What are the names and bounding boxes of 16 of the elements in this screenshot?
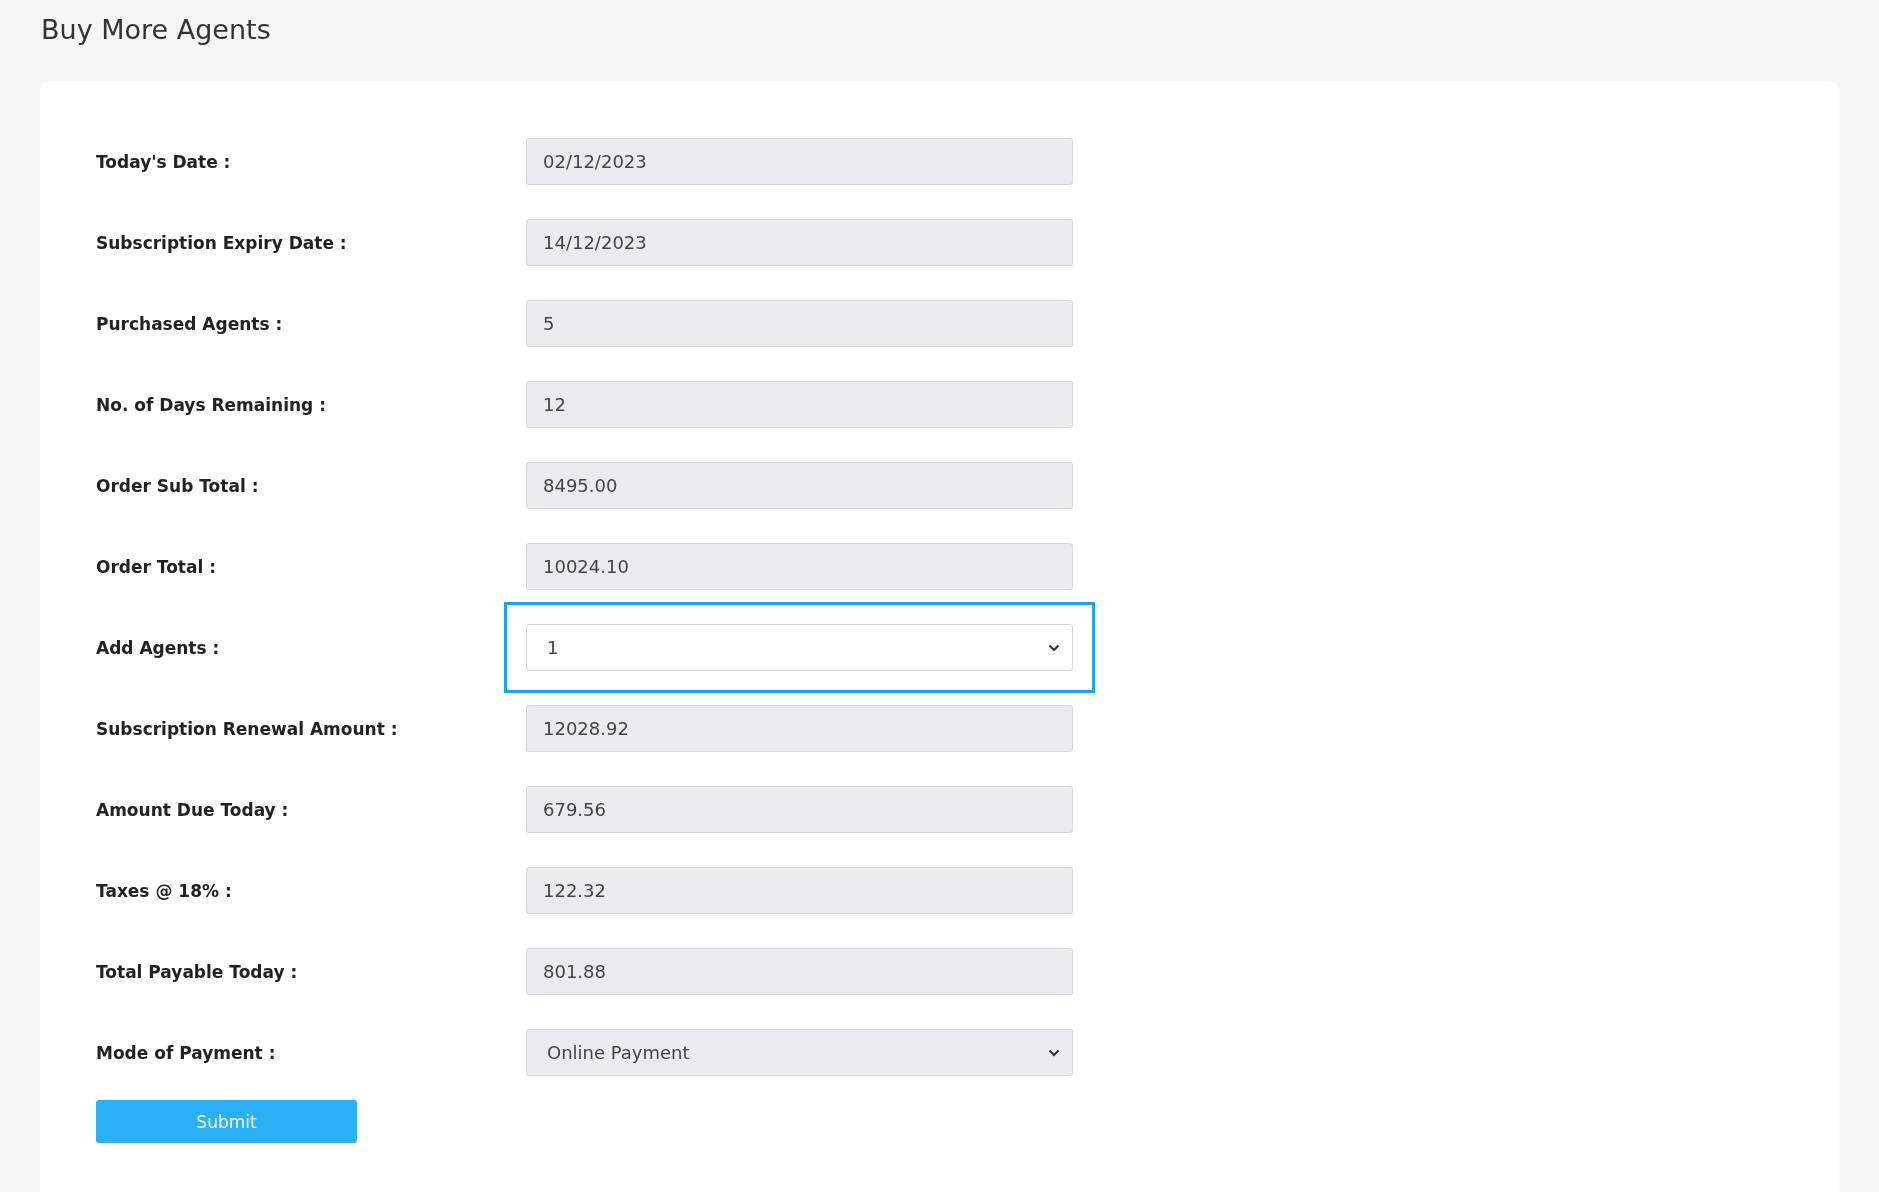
chevron-down-icon xyxy=(1048,1048,1060,1057)
chevron-down-icon xyxy=(1048,643,1060,652)
field-label: Mode of Payment : xyxy=(96,1042,277,1063)
field-label: Order Total : xyxy=(96,556,217,577)
field-label: Amount Due Today : xyxy=(96,799,290,820)
field-label: Taxes @ 18% : xyxy=(96,880,233,901)
field-label: Total Payable Today : xyxy=(96,961,299,982)
field-label: Subscription Renewal Amount : xyxy=(96,718,399,739)
field-label: Purchased Agents : xyxy=(96,313,284,334)
field-label: Add Agents : xyxy=(96,637,221,658)
field-label: Subscription Expiry Date : xyxy=(96,232,348,253)
field-label: No. of Days Remaining : xyxy=(96,394,327,415)
field-label: Order Sub Total : xyxy=(96,475,260,496)
field-label: Today's Date : xyxy=(96,151,232,172)
page-title: Buy More Agents xyxy=(41,14,272,45)
select-field[interactable]: 1 xyxy=(526,624,1073,671)
